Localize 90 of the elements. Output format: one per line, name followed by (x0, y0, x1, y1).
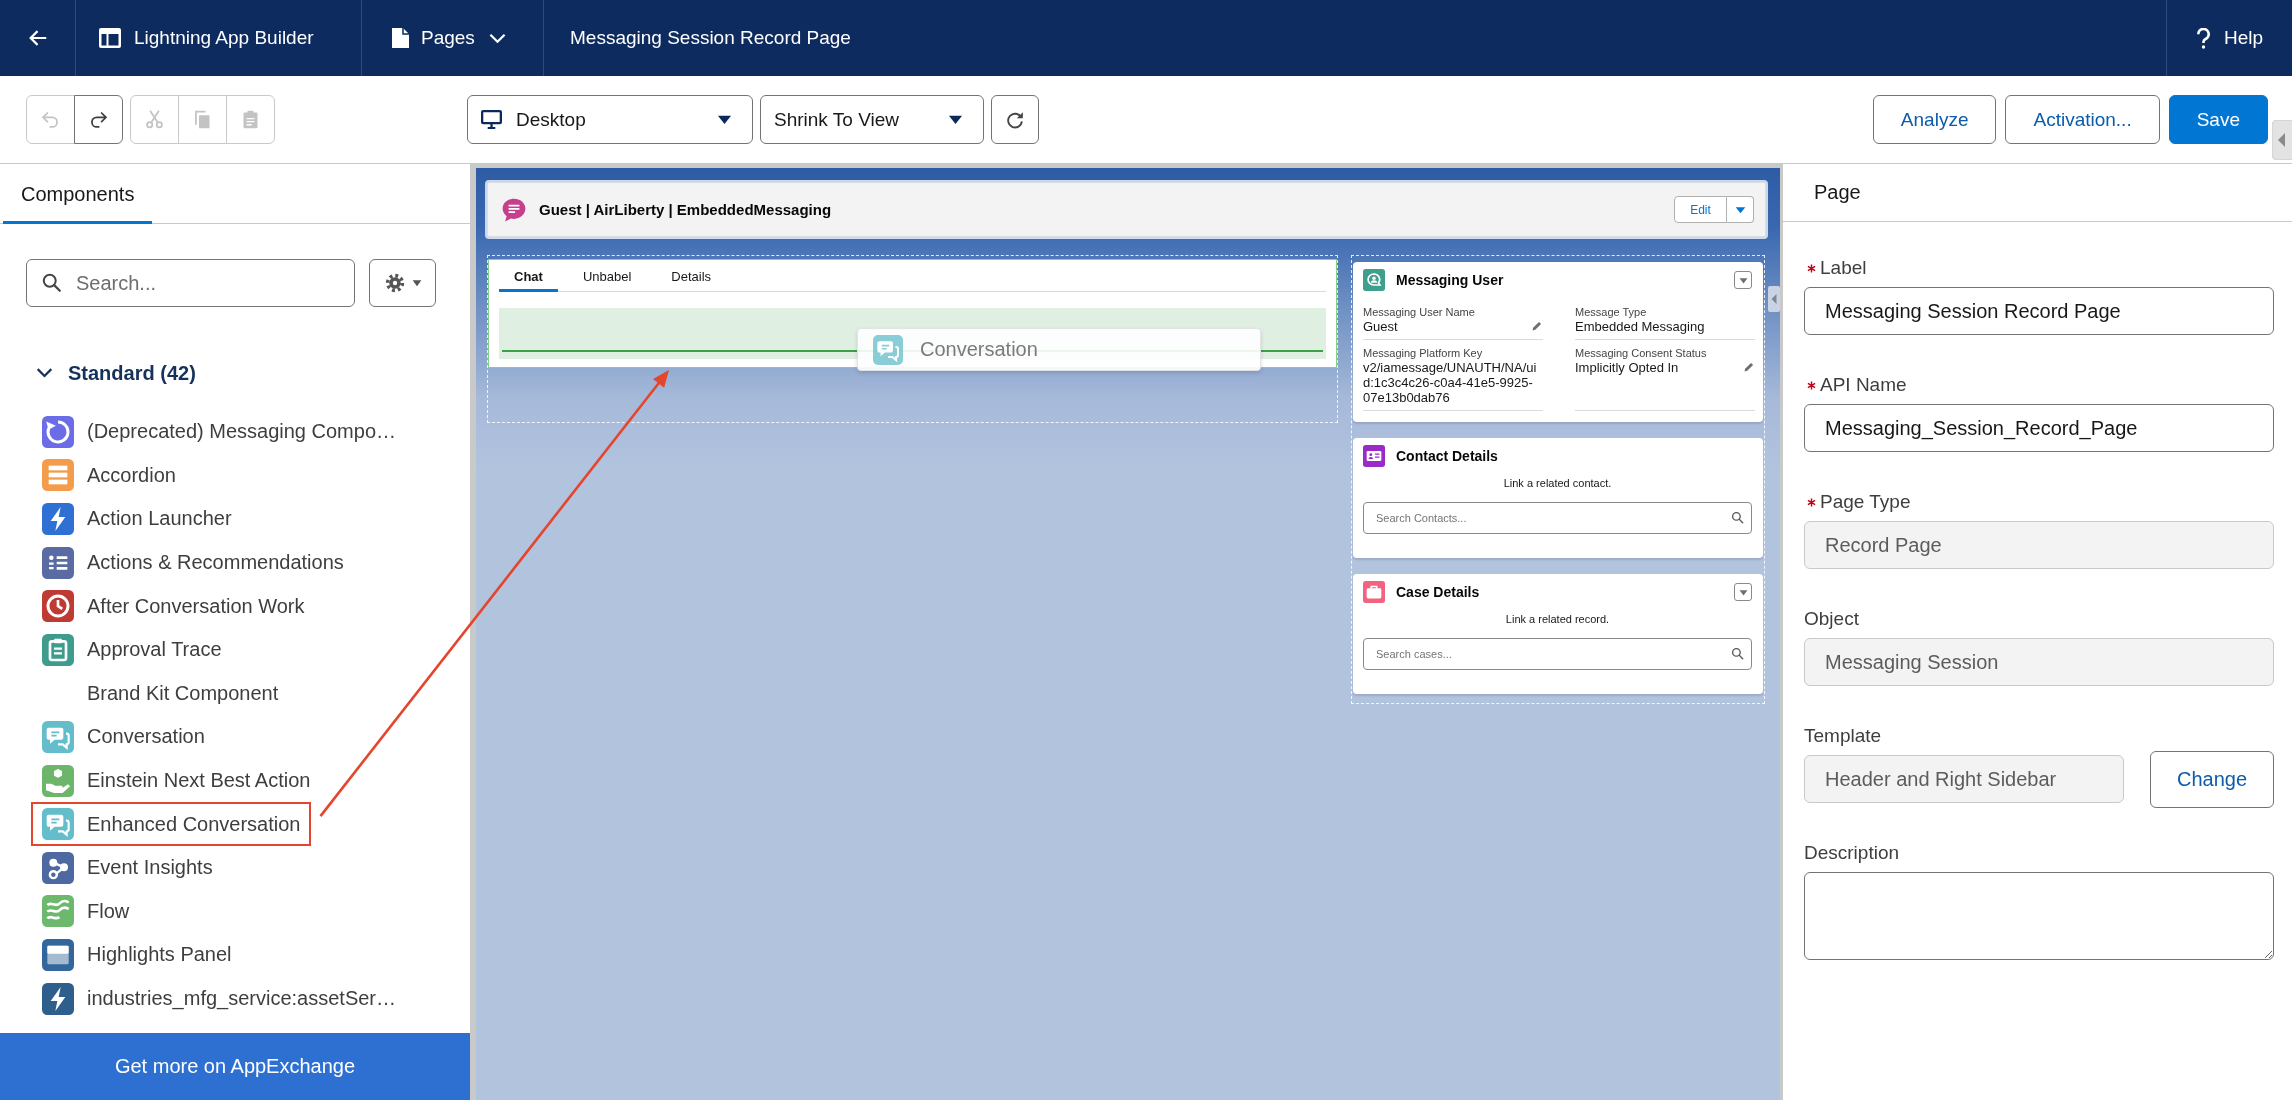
pencil-icon[interactable] (1743, 361, 1755, 373)
gear-icon (383, 272, 406, 294)
action-button[interactable]: Activation... (2005, 95, 2160, 144)
record-tab[interactable]: Unbabel (567, 260, 647, 292)
field-label: Object (1804, 608, 1859, 630)
component-item[interactable]: Event Insights (31, 845, 224, 890)
component-item[interactable]: Accordion (31, 453, 187, 498)
caret-down-icon (1734, 205, 1746, 214)
copy-icon (192, 109, 213, 130)
component-item[interactable]: After Conversation Work (31, 584, 316, 628)
chevron-down-icon (488, 32, 506, 44)
collapse-handle[interactable] (2272, 120, 2292, 160)
primary-action-button[interactable]: Save (2168, 95, 2268, 144)
caret-down-icon (1738, 588, 1748, 596)
record-tab[interactable]: Chat (499, 260, 558, 292)
field-value: Implicitly Opted In (1575, 360, 1680, 375)
component-item[interactable]: Flow (31, 889, 141, 934)
device-dropdown[interactable]: Desktop (467, 95, 753, 144)
component-item[interactable]: (Deprecated) Messaging Compo… (31, 410, 408, 454)
card-title: Messaging User (1396, 272, 1504, 288)
text-field[interactable]: Messaging_Session_Record_Page (1804, 404, 2274, 452)
text-field[interactable]: Messaging Session Record Page (1804, 287, 2274, 335)
record-title: Guest | AirLiberty | EmbeddedMessaging (539, 201, 833, 218)
page-title: Messaging Session Record Page (570, 27, 851, 49)
panel-tab[interactable]: Components (3, 164, 153, 224)
component-item[interactable]: Highlights Panel (31, 933, 243, 977)
speech-bubble-icon (501, 196, 527, 223)
record-tab[interactable]: Details (656, 260, 727, 292)
text-field: Messaging Session (1804, 638, 2274, 686)
caret-down-icon (411, 279, 422, 287)
search-field[interactable]: Search... (26, 259, 355, 307)
help-icon (2196, 27, 2211, 49)
redo-button[interactable] (74, 95, 123, 144)
caret-down-icon (717, 114, 732, 125)
component-item[interactable]: Einstein Next Best Action (31, 758, 322, 803)
scissors-icon (144, 109, 165, 130)
search-icon (1731, 647, 1744, 660)
field-label: Label (1820, 257, 1867, 279)
layout-icon (99, 28, 121, 48)
lookup-field[interactable]: Search Contacts... (1363, 502, 1752, 534)
card-menu-button[interactable] (1734, 271, 1752, 289)
field-label: Page Type (1820, 491, 1911, 513)
caret-down-icon (948, 114, 963, 125)
panel-title: Page (1814, 181, 1861, 204)
component-item[interactable]: industries_mfg_service:assetSer… (31, 976, 407, 1021)
field-label: API Name (1820, 374, 1907, 396)
component-item[interactable]: Enhanced Conversation (31, 802, 312, 846)
chat-bubbles-icon (873, 334, 903, 365)
card-title: Case Details (1396, 584, 1480, 600)
monitor-icon (481, 110, 502, 129)
field-label: Template (1804, 725, 1882, 747)
helper-text: Link a related contact. (1502, 477, 1613, 490)
card-title: Contact Details (1396, 448, 1498, 464)
field-label: Messaging User Name (1363, 305, 1476, 319)
text-field: Header and Right Sidebar (1804, 755, 2124, 803)
component-item[interactable]: Action Launcher (31, 497, 243, 541)
undo-icon (40, 109, 61, 130)
edit-button[interactable]: Edit (1674, 196, 1727, 223)
description-field[interactable] (1804, 872, 2274, 960)
footer-button[interactable]: Get more on AppExchange (0, 1033, 470, 1100)
settings-button[interactable] (369, 259, 436, 307)
drag-preview-label: Conversation (920, 338, 1038, 361)
search-icon (1731, 511, 1744, 524)
action-button[interactable]: Analyze (1872, 95, 1997, 144)
refresh-button[interactable] (991, 95, 1039, 144)
field-label: Messaging Consent Status (1575, 346, 1708, 360)
component-item[interactable]: Brand Kit Component (31, 671, 290, 716)
field-value: Embedded Messaging (1575, 319, 1706, 334)
field-value: v2/iamessage/UNAUTH/NA/uid:1c3c4c26-c0a4-41e5-9925-07e13b0dab76 (1363, 360, 1538, 405)
field-label: Message Type (1575, 305, 1648, 319)
lookup-field[interactable]: Search cases... (1363, 638, 1752, 670)
field-label: Messaging Platform Key (1363, 346, 1484, 360)
section-toggle[interactable]: Standard (42) (36, 358, 196, 388)
document-icon (392, 28, 409, 48)
caret-down-icon (1738, 276, 1748, 284)
app-title: Lightning App Builder (134, 27, 314, 49)
pencil-icon[interactable] (1531, 320, 1543, 332)
field-label: Description (1804, 842, 1900, 864)
zoom-dropdown[interactable]: Shrink To View (760, 95, 984, 144)
component-item[interactable]: Conversation (31, 715, 216, 759)
helper-text: Link a related record. (1504, 613, 1611, 626)
redo-icon (88, 109, 109, 130)
component-item[interactable]: Actions & Recommendations (31, 540, 355, 585)
text-field: Record Page (1804, 521, 2274, 569)
search-icon (41, 272, 62, 293)
field-value: Guest (1363, 319, 1399, 334)
card-menu-button[interactable] (1734, 583, 1752, 601)
dropdown-button[interactable] (1727, 196, 1754, 223)
collapse-handle[interactable] (1768, 286, 1780, 312)
component-item[interactable]: Approval Trace (31, 627, 233, 672)
